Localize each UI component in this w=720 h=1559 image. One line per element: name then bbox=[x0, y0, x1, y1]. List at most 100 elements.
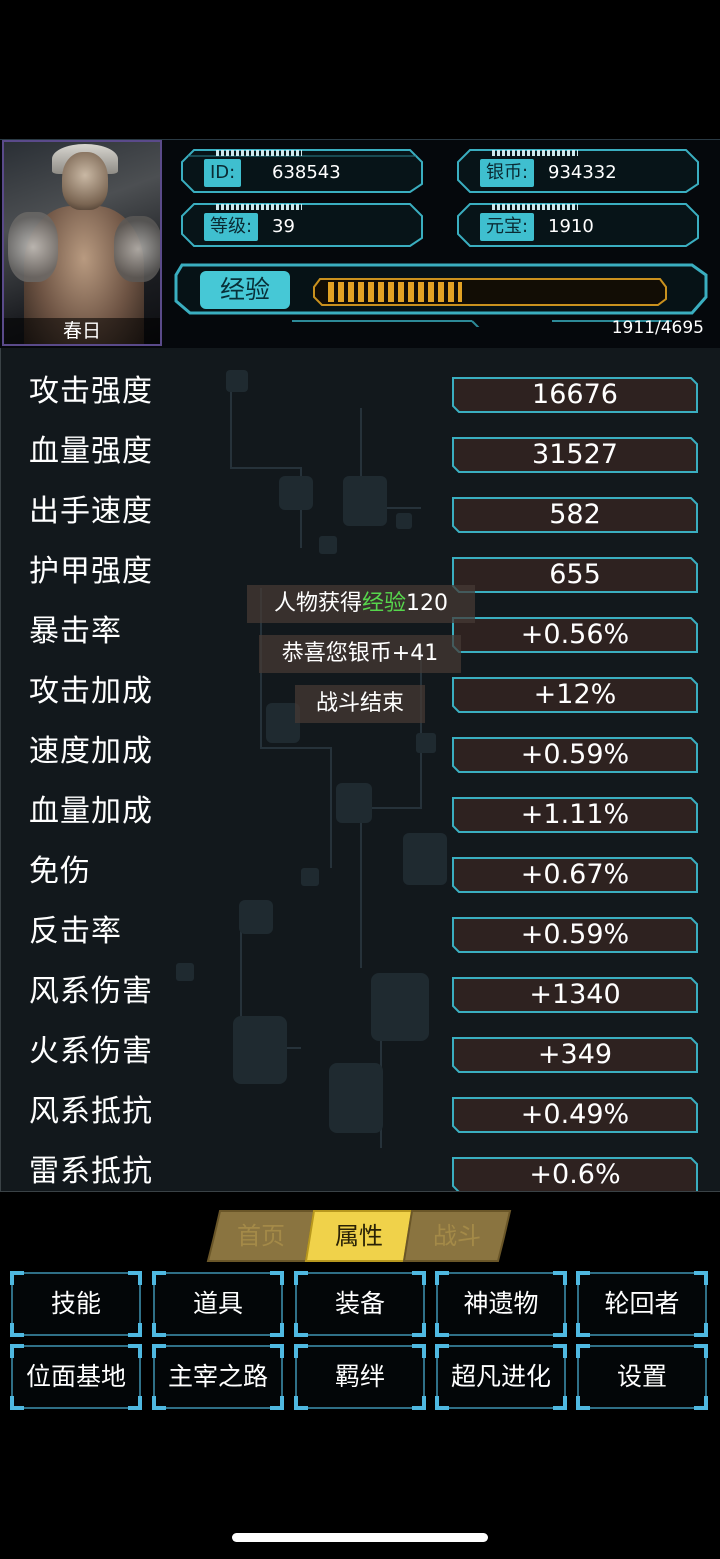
attr-value-box: 16676 bbox=[451, 376, 699, 414]
menu-relics-button[interactable]: 神遗物 bbox=[435, 1271, 567, 1337]
player-id-label: ID: bbox=[204, 159, 242, 187]
menu-items-button[interactable]: 道具 bbox=[152, 1271, 284, 1337]
menu-label: 超凡进化 bbox=[450, 1362, 551, 1391]
attr-value: 655 bbox=[549, 559, 601, 590]
gold-label: 元宝: bbox=[480, 213, 535, 241]
level-value: 39 bbox=[272, 216, 295, 237]
tab-attributes-label: 属性 bbox=[335, 1222, 383, 1250]
attr-row-attack: 攻击强度 16676 bbox=[1, 356, 720, 416]
exp-progress-fill bbox=[328, 282, 462, 302]
tab-attributes[interactable]: 属性 bbox=[304, 1209, 414, 1263]
menu-label: 羁绊 bbox=[334, 1362, 385, 1391]
attr-value: +0.67% bbox=[520, 859, 630, 890]
attr-row-speed: 出手速度 582 bbox=[1, 476, 720, 536]
level-label: 等级: bbox=[204, 213, 259, 241]
home-indicator[interactable] bbox=[232, 1533, 488, 1542]
attr-name: 雷系抵抗 bbox=[29, 1154, 153, 1189]
silver-gain-toast: 恭喜您银币+41 bbox=[259, 635, 461, 673]
attr-value: +0.49% bbox=[520, 1099, 630, 1130]
toast-exp-amount: 120 bbox=[406, 591, 449, 616]
attribute-panel[interactable]: 攻击强度 16676 血量强度 31527 出手速度 582 护甲强度 655 … bbox=[0, 348, 720, 1192]
attr-row-damage-reduction: 免伤 +0.67% bbox=[1, 836, 720, 896]
player-avatar[interactable]: 春日 bbox=[2, 140, 162, 346]
player-name: 春日 bbox=[4, 318, 160, 344]
tab-battle-label: 战斗 bbox=[433, 1222, 481, 1250]
menu-label: 位面基地 bbox=[25, 1362, 126, 1391]
attr-name: 火系伤害 bbox=[29, 1034, 153, 1069]
menu-plane-base-button[interactable]: 位面基地 bbox=[10, 1344, 142, 1410]
attr-name: 出手速度 bbox=[29, 494, 153, 529]
avatar-armor-right bbox=[114, 216, 160, 282]
attr-value-box: +1.11% bbox=[451, 796, 699, 834]
attr-value-box: +0.56% bbox=[451, 616, 699, 654]
attr-value: +0.59% bbox=[520, 919, 630, 950]
menu-label: 设置 bbox=[616, 1362, 667, 1391]
attr-name: 风系伤害 bbox=[29, 974, 153, 1009]
silver-box: 银币: 934332 bbox=[456, 146, 700, 193]
menu-settings-button[interactable]: 设置 bbox=[576, 1344, 708, 1410]
menu-label: 道具 bbox=[192, 1289, 243, 1318]
stat-tick-decoration bbox=[492, 204, 578, 210]
menu-label: 装备 bbox=[334, 1289, 385, 1318]
menu-label: 轮回者 bbox=[604, 1289, 680, 1318]
main-tab-bar: 首页 属性 战斗 bbox=[206, 1209, 512, 1263]
attr-value: +12% bbox=[533, 679, 617, 710]
attr-value-box: +0.49% bbox=[451, 1096, 699, 1134]
menu-skills-button[interactable]: 技能 bbox=[10, 1271, 142, 1337]
attr-name: 免伤 bbox=[29, 854, 91, 889]
silver-label: 银币: bbox=[480, 159, 535, 187]
attr-value: +1.11% bbox=[520, 799, 630, 830]
attr-value: 16676 bbox=[532, 379, 618, 410]
player-id-value: 638543 bbox=[272, 162, 341, 183]
attr-row-wind-damage: 风系伤害 +1340 bbox=[1, 956, 720, 1016]
menu-evolution-button[interactable]: 超凡进化 bbox=[435, 1344, 567, 1410]
attr-value-box: +1340 bbox=[451, 976, 699, 1014]
attr-name: 速度加成 bbox=[29, 734, 153, 769]
attr-value-box: +0.59% bbox=[451, 736, 699, 774]
battle-end-toast: 战斗结束 bbox=[295, 685, 425, 723]
attr-value-box: +12% bbox=[451, 676, 699, 714]
attr-value-box: 582 bbox=[451, 496, 699, 534]
gold-value: 1910 bbox=[548, 216, 594, 237]
toast-exp-prefix: 人物获得 bbox=[273, 591, 362, 616]
attr-value: 582 bbox=[549, 499, 601, 530]
tab-home-label: 首页 bbox=[237, 1222, 285, 1250]
attr-value-box: 655 bbox=[451, 556, 699, 594]
attr-row-hp: 血量强度 31527 bbox=[1, 416, 720, 476]
attr-name: 攻击强度 bbox=[29, 374, 153, 409]
attr-row-thunder-resist: 雷系抵抗 +0.6% bbox=[1, 1136, 720, 1191]
menu-label: 技能 bbox=[50, 1289, 101, 1318]
exp-bar-area: 经验 1911/4695 bbox=[172, 257, 712, 347]
attr-row-hp-bonus: 血量加成 +1.11% bbox=[1, 776, 720, 836]
silver-value: 934332 bbox=[548, 162, 617, 183]
attr-row-speed-bonus: 速度加成 +0.59% bbox=[1, 716, 720, 776]
attr-value: +0.59% bbox=[520, 739, 630, 770]
attr-name: 反击率 bbox=[29, 914, 122, 949]
exp-gain-toast: 人物获得经验120 bbox=[247, 585, 475, 623]
menu-label: 主宰之路 bbox=[167, 1362, 268, 1391]
menu-bond-button[interactable]: 羁绊 bbox=[294, 1344, 426, 1410]
tab-battle[interactable]: 战斗 bbox=[402, 1209, 512, 1263]
player-id-box: ID: 638543 bbox=[180, 146, 424, 193]
attr-value: +0.56% bbox=[520, 619, 630, 650]
attr-row-fire-damage: 火系伤害 +349 bbox=[1, 1016, 720, 1076]
attr-value-box: +349 bbox=[451, 1036, 699, 1074]
attr-value-box: +0.59% bbox=[451, 916, 699, 954]
attr-value: +349 bbox=[537, 1039, 613, 1070]
stat-tick-decoration bbox=[216, 150, 302, 156]
player-header: 春日 ID: 638543 银币: 934332 等级: 39 元宝: 1910… bbox=[0, 139, 720, 349]
attr-name: 护甲强度 bbox=[29, 554, 153, 589]
menu-equipment-button[interactable]: 装备 bbox=[294, 1271, 426, 1337]
stat-tick-decoration bbox=[216, 204, 302, 210]
exp-progress-text: 1911/4695 bbox=[611, 318, 704, 338]
attr-name: 血量加成 bbox=[29, 794, 153, 829]
menu-reincarnator-button[interactable]: 轮回者 bbox=[576, 1271, 708, 1337]
attr-value: +1340 bbox=[529, 979, 621, 1010]
attr-name: 血量强度 bbox=[29, 434, 153, 469]
attr-value: +0.6% bbox=[529, 1159, 621, 1190]
tab-home[interactable]: 首页 bbox=[206, 1209, 316, 1263]
exp-label: 经验 bbox=[200, 271, 290, 309]
menu-label: 神遗物 bbox=[463, 1289, 539, 1318]
menu-sovereign-road-button[interactable]: 主宰之路 bbox=[152, 1344, 284, 1410]
avatar-armor-left bbox=[8, 212, 58, 282]
